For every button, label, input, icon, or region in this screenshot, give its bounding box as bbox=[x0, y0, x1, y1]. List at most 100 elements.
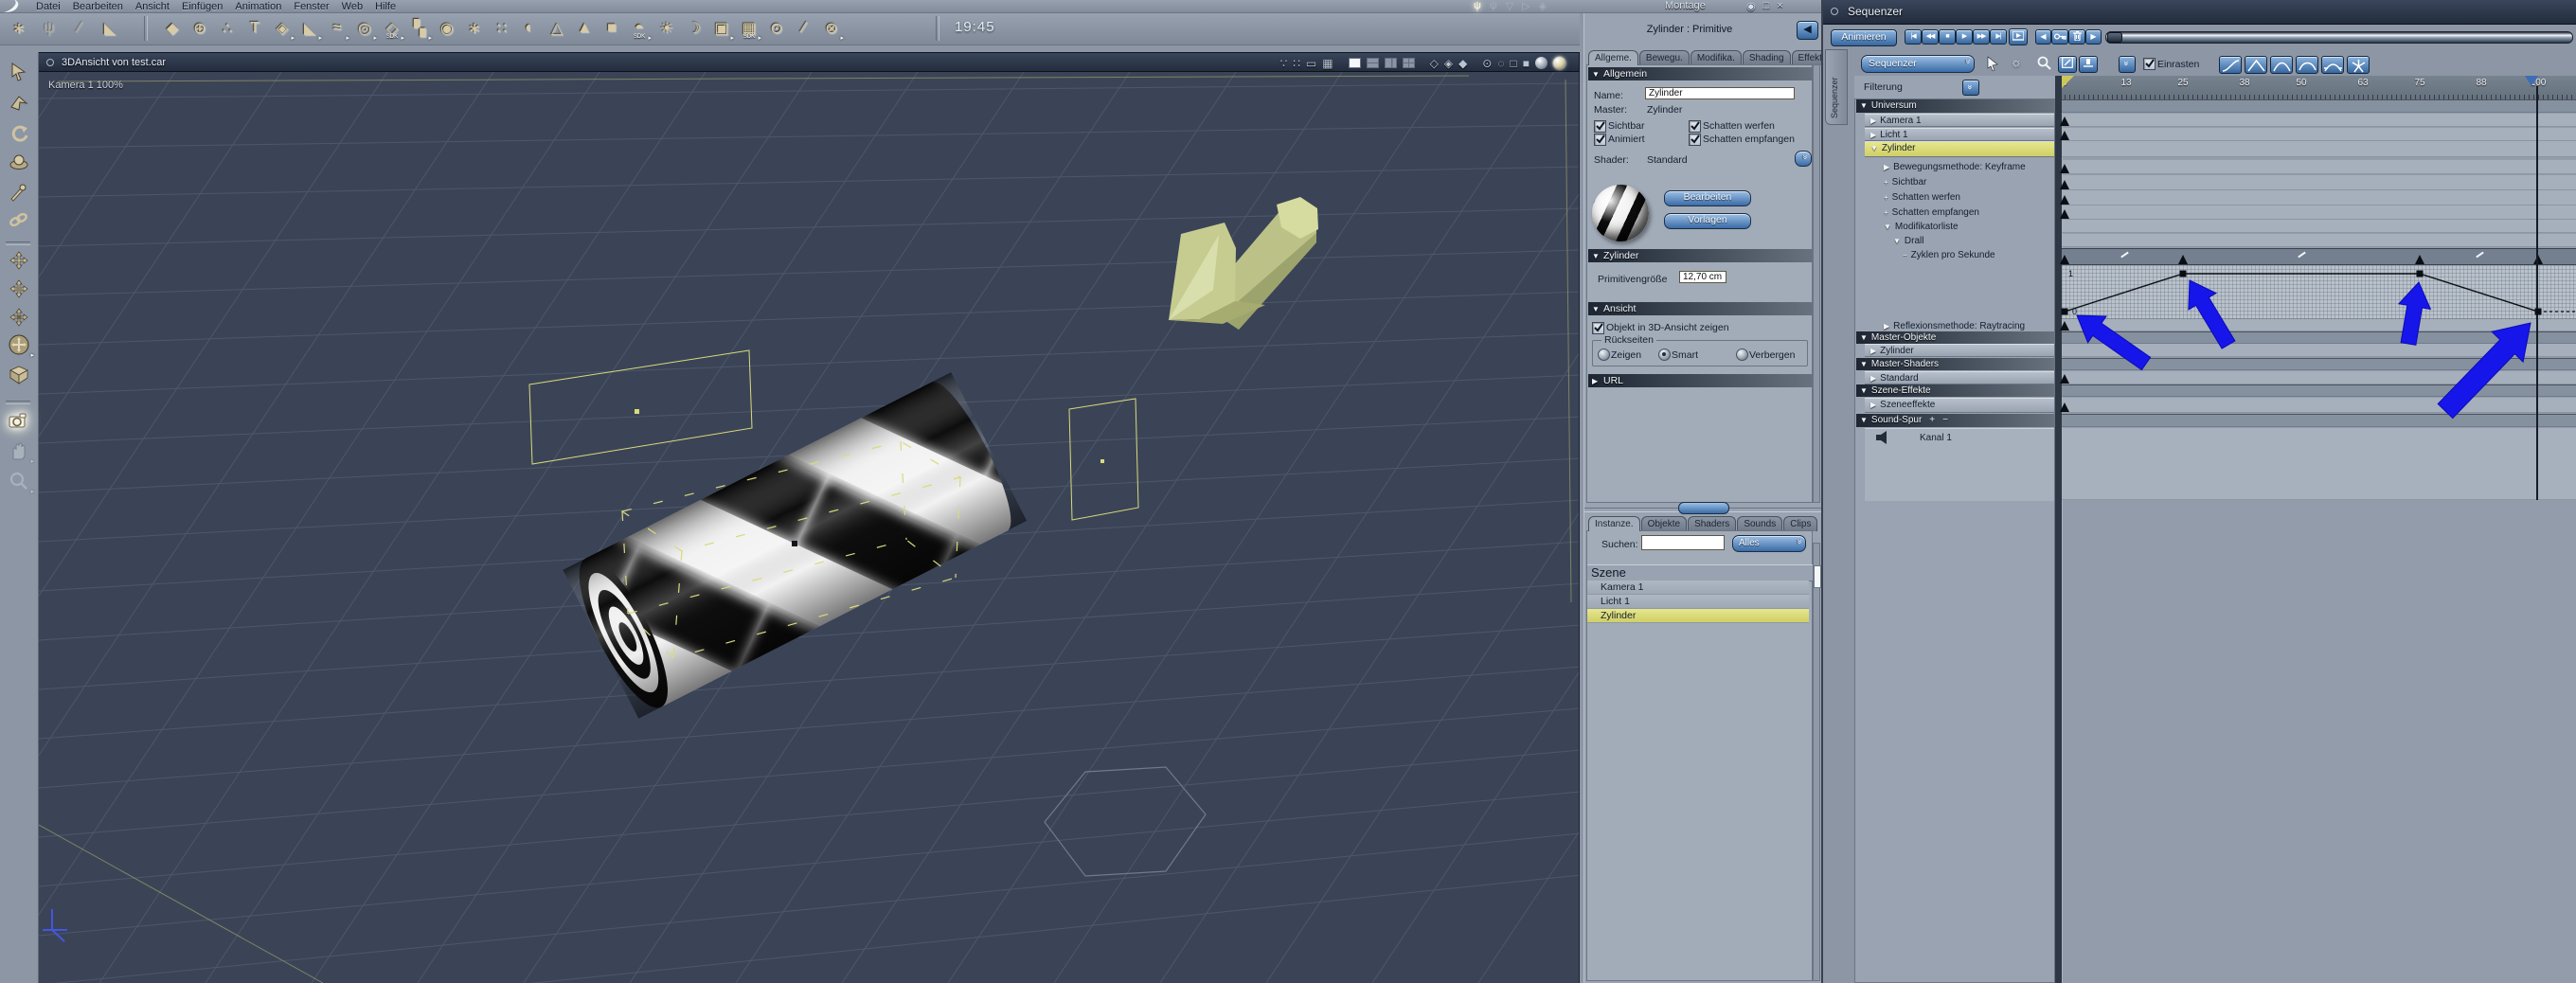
delete-key-button[interactable] bbox=[2068, 29, 2085, 45]
back-button[interactable]: ◀ bbox=[1797, 21, 1818, 40]
verbergen-radio[interactable] bbox=[1736, 349, 1748, 361]
tab-instanze[interactable]: Instanze. bbox=[1588, 516, 1640, 531]
next-key-button[interactable]: ▶ bbox=[2085, 29, 2102, 45]
tab-clips[interactable]: Clips bbox=[1783, 516, 1818, 531]
tween-curve-area[interactable] bbox=[2062, 265, 2576, 319]
vp-solid-overlay-icon[interactable]: ◆ bbox=[1458, 58, 1467, 69]
mode-dropdown[interactable]: Sequenzer » bbox=[1861, 55, 1975, 73]
move-3d-tool[interactable] bbox=[7, 92, 31, 116]
keyframe-marker[interactable] bbox=[2060, 131, 2069, 140]
insert-sun-light[interactable]: ☀ bbox=[655, 15, 678, 42]
vorlagen-button[interactable]: Vorlagen bbox=[1664, 213, 1751, 229]
insert-sdk-camera[interactable]: ▦ SDK ▸ bbox=[738, 15, 761, 42]
keyframe-marker[interactable] bbox=[2060, 195, 2069, 205]
vp-layout-single-icon[interactable] bbox=[1348, 58, 1361, 68]
keyframe-marker[interactable] bbox=[2060, 116, 2069, 126]
sequencer-side-tab[interactable]: Sequenzer bbox=[1825, 49, 1848, 125]
options-chevron-button[interactable]: » bbox=[2119, 56, 2136, 73]
vp-wireframe-icon[interactable]: □ bbox=[1511, 58, 1517, 69]
timeline-row[interactable] bbox=[2062, 428, 2576, 500]
viewport-title-bar[interactable]: 3DAnsicht von test.car ∵ ∷ ▭ ▦ ◇ ◈ ◆ ⊙ ◌… bbox=[38, 52, 1580, 72]
tween-linear-button[interactable] bbox=[2245, 56, 2267, 74]
vp-camera-icon[interactable]: ▭ bbox=[1306, 58, 1316, 69]
cursor-tool-icon[interactable] bbox=[1986, 56, 1999, 74]
timeline-row[interactable] bbox=[2062, 141, 2576, 157]
expander-icon[interactable]: ▼ bbox=[1893, 237, 1901, 245]
expander-icon[interactable]: ▼ bbox=[1884, 223, 1891, 231]
vp-isolate-icon[interactable]: ∵ bbox=[1280, 58, 1288, 69]
keyframe-marker[interactable] bbox=[2060, 255, 2069, 264]
tree-row-schatten-werfen[interactable]: + Schatten werfen bbox=[1865, 190, 2054, 206]
expander-icon[interactable]: ▶ bbox=[1870, 116, 1876, 125]
plane-tool[interactable] bbox=[7, 363, 31, 387]
tree-row-drall[interactable]: ▼ Drall bbox=[1865, 234, 2054, 247]
tree-row-szene-effekte[interactable]: ▼ Szene-Effekte bbox=[1856, 384, 2054, 397]
section-ansicht[interactable]: ▼ Ansicht bbox=[1588, 302, 1813, 315]
tree-row-sichtbar[interactable]: + Sichtbar bbox=[1865, 175, 2054, 190]
keyframe-marker[interactable] bbox=[2060, 374, 2069, 384]
timeline-row[interactable] bbox=[2062, 160, 2576, 174]
insert-metaball[interactable]: ∴ bbox=[216, 15, 239, 42]
browser-scroll-thumb[interactable] bbox=[1814, 565, 1821, 588]
list-item-kamera1[interactable]: Kamera 1 bbox=[1587, 581, 1809, 595]
vp-link-icon[interactable]: ∷ bbox=[1293, 58, 1300, 69]
tree-row-master-objekte[interactable]: ▼ Master-Objekte bbox=[1856, 331, 2054, 344]
show-in-3d-checkbox[interactable] bbox=[1592, 322, 1604, 334]
properties-scrollbar[interactable] bbox=[1813, 64, 1820, 503]
tool-brush[interactable]: ∕ bbox=[68, 15, 91, 42]
window-dot-icon[interactable] bbox=[46, 59, 54, 66]
tree-row-universum[interactable]: ▼ Universum bbox=[1856, 99, 2054, 113]
menu-web[interactable]: Web bbox=[342, 1, 363, 12]
hand-tool[interactable]: ▸ bbox=[7, 438, 34, 465]
tree-row-reflexionsmethode--raytracing[interactable]: ▶ Reflexionsmethode: Raytracing bbox=[1865, 319, 2054, 331]
timeline-row[interactable] bbox=[2062, 398, 2576, 413]
tree-row-zylinder[interactable]: ▼ Zylinder bbox=[1865, 141, 2054, 157]
collapse-icon[interactable]: ▼ bbox=[1592, 305, 1600, 313]
smart-radio[interactable] bbox=[1658, 349, 1671, 361]
link-tool[interactable] bbox=[7, 207, 31, 232]
expander-icon[interactable]: − bbox=[1903, 251, 1907, 259]
expander-icon[interactable]: ▼ bbox=[1860, 333, 1868, 342]
insert-sdk-object[interactable]: ◇ SDK ▸ bbox=[381, 15, 404, 42]
expander-icon[interactable]: ▶ bbox=[1870, 401, 1876, 409]
tween-smooth-button[interactable] bbox=[2270, 56, 2293, 74]
insert-infinite-plane[interactable]: ▚ ▸ bbox=[408, 15, 432, 42]
einrasten-checkbox[interactable] bbox=[2143, 58, 2156, 70]
tween-bezier-button[interactable] bbox=[2219, 56, 2242, 74]
keyframe-marker[interactable] bbox=[2060, 180, 2069, 189]
render-camera-tool[interactable] bbox=[7, 408, 31, 433]
insert-explosion[interactable]: ∗ bbox=[463, 15, 486, 42]
insert-camera[interactable]: ▣ ▸ bbox=[710, 15, 734, 42]
go-start-button[interactable]: |◀ bbox=[1905, 29, 1922, 45]
insert-cluster[interactable]: ∷ bbox=[491, 15, 513, 42]
timeline-row[interactable] bbox=[2062, 190, 2576, 206]
menu-ansicht[interactable]: Ansicht bbox=[135, 1, 170, 12]
insert-vortex[interactable]: ◉ bbox=[436, 15, 458, 42]
vp-hline-overlay-icon[interactable]: ◈ bbox=[1444, 58, 1453, 69]
insert-terrain[interactable]: ◈ ▸ bbox=[271, 15, 295, 42]
tab-objekte[interactable]: Objekte bbox=[1640, 516, 1688, 531]
schatten-werfen-checkbox[interactable] bbox=[1689, 120, 1701, 133]
insert-volume[interactable]: ■ bbox=[600, 15, 623, 42]
keyframe-marker[interactable] bbox=[2178, 255, 2188, 264]
tab-shaders[interactable]: Shaders bbox=[1688, 516, 1737, 531]
vp-gouraud-icon[interactable] bbox=[1535, 57, 1547, 69]
collapse-icon[interactable]: ▼ bbox=[1592, 252, 1600, 260]
tool-hand[interactable]: ψ bbox=[38, 15, 61, 42]
tween-bell-button[interactable] bbox=[2296, 56, 2318, 74]
eyedropper-tool[interactable] bbox=[7, 179, 31, 204]
timeline-row[interactable] bbox=[2062, 220, 2576, 233]
timeline-row[interactable] bbox=[2062, 206, 2576, 220]
section-allgemein[interactable]: ▼ Allgemein bbox=[1588, 67, 1813, 80]
tab-shading[interactable]: Shading bbox=[1742, 50, 1791, 65]
menu-bearbeiten[interactable]: Bearbeiten bbox=[73, 1, 123, 12]
vp-layout-horiz-icon[interactable] bbox=[1366, 58, 1379, 68]
preview-render-button[interactable] bbox=[2009, 28, 2028, 45]
timeline-row[interactable] bbox=[2062, 99, 2576, 113]
expander-icon[interactable]: ▼ bbox=[1860, 360, 1868, 368]
expander-icon[interactable]: ▶ bbox=[1870, 131, 1876, 139]
timeline-start-marker[interactable] bbox=[2062, 76, 2074, 88]
viewport-canvas[interactable]: Kamera 1 100% bbox=[38, 72, 1580, 983]
sichtbar-checkbox[interactable] bbox=[1594, 120, 1606, 133]
shader-dropdown[interactable]: » bbox=[1795, 151, 1812, 167]
